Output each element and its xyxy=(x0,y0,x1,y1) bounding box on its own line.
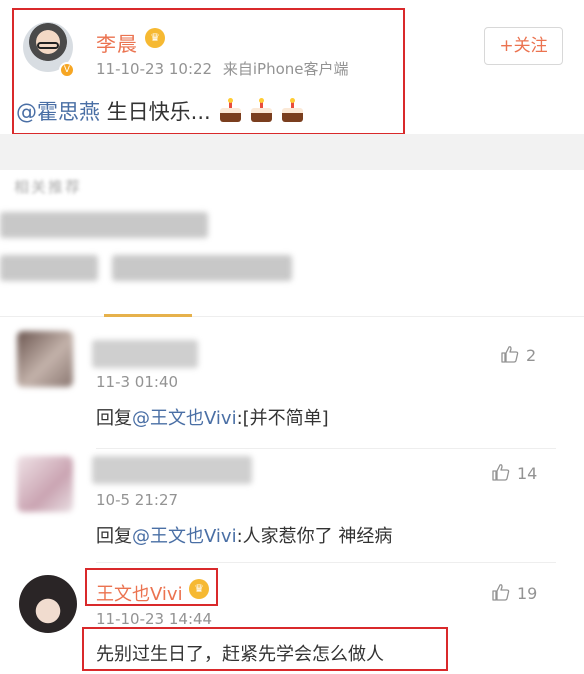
weibo-post: V 李晨 ♛ 11-10-23 10:22 来自iPhone客户端 +关注 @霍… xyxy=(0,0,584,152)
like-button[interactable]: 14 xyxy=(491,462,537,483)
comment-time: 11-3 01:40 xyxy=(96,373,179,391)
cake-icon xyxy=(250,98,273,122)
like-button[interactable]: 2 xyxy=(500,344,536,365)
follow-button[interactable]: +关注 xyxy=(484,27,563,65)
comment-body: :[并不简单] xyxy=(236,408,329,429)
tab-indicator xyxy=(104,314,192,317)
thumbs-up-icon xyxy=(492,464,510,481)
comment-mention-link[interactable]: @王文也Vivi xyxy=(132,526,237,547)
thumbs-up-icon xyxy=(492,584,510,601)
verified-badge-icon: V xyxy=(59,62,75,78)
blurred-recommendation xyxy=(112,255,292,281)
like-count: 14 xyxy=(517,464,538,483)
blurred-recommendation xyxy=(0,255,98,281)
cake-icon xyxy=(281,98,304,122)
comment-text: 回复@王文也Vivi:[并不简单] xyxy=(96,404,329,430)
comment-text: 回复@王文也Vivi:人家惹你了 神经病 xyxy=(96,522,392,548)
comment-body: :人家惹你了 神经病 xyxy=(236,526,393,547)
vip-crown-icon: ♛ xyxy=(189,579,209,599)
cake-icon xyxy=(219,98,242,122)
commenter-avatar[interactable] xyxy=(19,575,77,633)
post-mention-link[interactable]: @霍思燕 xyxy=(16,100,100,124)
thumbs-up-icon xyxy=(501,346,519,363)
recommendations-header: 相关推荐 xyxy=(14,178,83,196)
like-button[interactable]: 19 xyxy=(491,582,537,603)
post-text: @霍思燕 生日快乐... xyxy=(16,96,304,126)
post-source: 来自iPhone客户端 xyxy=(222,60,349,78)
commenter-avatar[interactable] xyxy=(17,456,73,512)
commenter-name-blurred xyxy=(92,340,198,368)
glasses-graphic xyxy=(37,42,59,49)
like-count: 19 xyxy=(517,584,538,603)
reply-prefix: 回复 xyxy=(96,408,132,429)
blurred-recommendation xyxy=(0,212,208,238)
comment-separator xyxy=(96,448,556,449)
comment-mention-link[interactable]: @王文也Vivi xyxy=(132,408,237,429)
post-author-name[interactable]: 李晨 xyxy=(96,28,138,57)
post-timestamp: 11-10-23 10:22 xyxy=(96,60,213,78)
like-count: 2 xyxy=(526,346,537,365)
post-meta: 11-10-23 10:22 来自iPhone客户端 xyxy=(96,58,349,79)
comment-text: 先别过生日了，赶紧先学会怎么做人 xyxy=(96,644,384,665)
commenter-name-blurred xyxy=(92,456,252,484)
commenter-name[interactable]: 王文也Vivi xyxy=(96,580,183,606)
vip-crown-icon: ♛ xyxy=(145,28,165,48)
comment-time: 11-10-23 14:44 xyxy=(96,610,213,628)
comment-separator xyxy=(96,562,556,563)
section-gap xyxy=(0,134,584,170)
comment-time: 10-5 21:27 xyxy=(96,491,179,509)
post-body: 生日快乐... xyxy=(100,100,211,124)
reply-prefix: 回复 xyxy=(96,526,132,547)
comments-divider xyxy=(0,316,584,317)
commenter-avatar[interactable] xyxy=(17,331,73,387)
